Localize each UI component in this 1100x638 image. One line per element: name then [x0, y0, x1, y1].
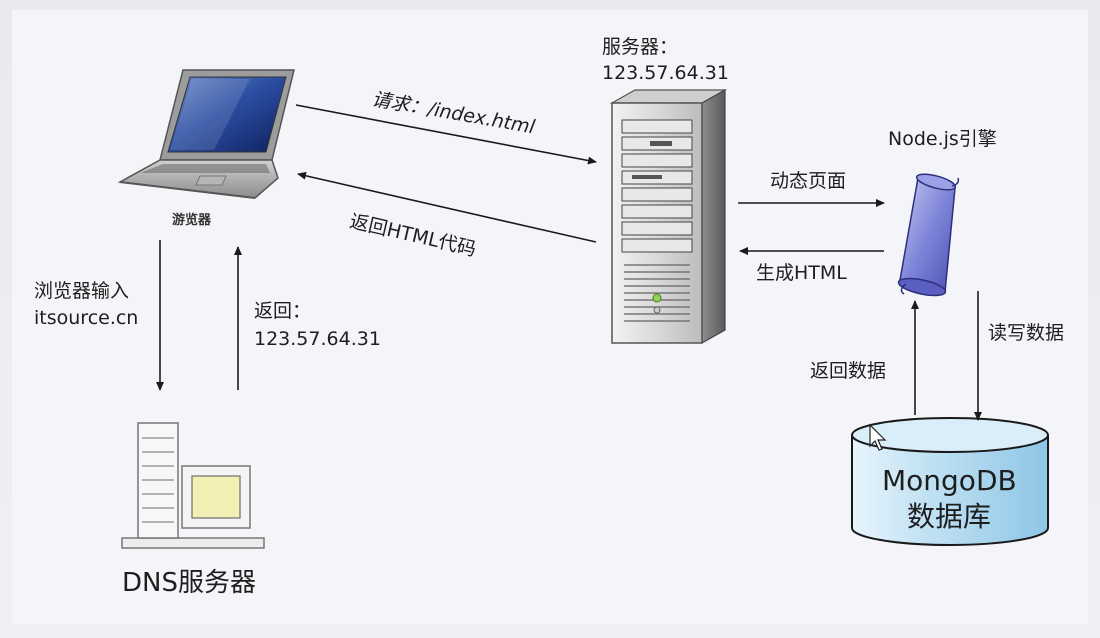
browser-label: 游览器 [172, 213, 212, 228]
mongodb-subtitle: 数据库 [907, 500, 992, 533]
laptop-icon [117, 69, 295, 199]
server-ip: 123.57.64.31 [602, 62, 729, 84]
web-server-icon [609, 88, 728, 345]
db-rw-label: 读写数据 [988, 322, 1065, 344]
browser-input-line2: itsource.cn [34, 307, 139, 329]
generate-html-label: 生成HTML [756, 262, 847, 284]
dns-return-line1: 返回： [254, 300, 312, 322]
server-title: 服务器： [602, 36, 679, 58]
diagram-svg [117, 69, 1049, 549]
dns-server-icon [121, 422, 265, 549]
scroll-icon [897, 173, 960, 297]
mongodb-name: MongoDB [882, 464, 1017, 497]
dynamic-page-label: 动态页面 [770, 170, 847, 192]
db-return-label: 返回数据 [810, 360, 887, 382]
dns-return-line2: 123.57.64.31 [254, 328, 381, 350]
browser-input-line1: 浏览器输入 [34, 280, 130, 302]
node-engine-label: Node.js引擎 [888, 128, 997, 150]
diagram-canvas: 游览器 服务器： 123.57.64.31 请求：/index.html 返回H… [0, 0, 1100, 638]
dns-server-label: DNS服务器 [122, 568, 256, 598]
